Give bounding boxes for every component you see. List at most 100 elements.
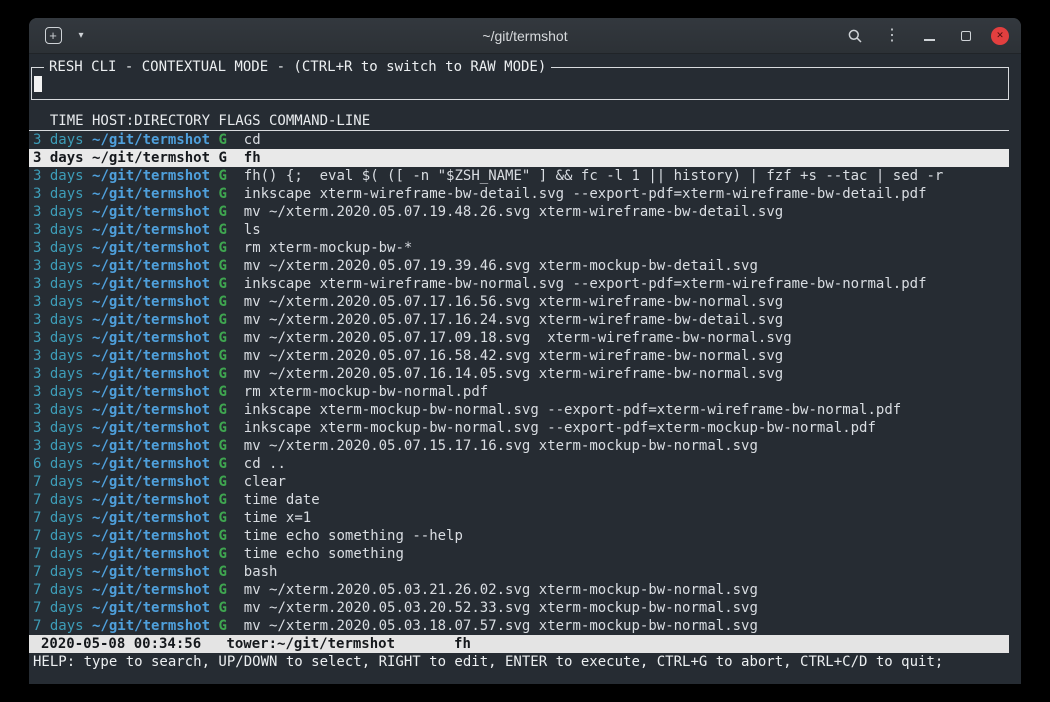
row-flags: G — [218, 474, 226, 490]
history-row[interactable]: 3 days ~/git/termshot G mv ~/xterm.2020.… — [29, 311, 1021, 329]
row-time: 3 days — [33, 150, 84, 166]
row-flags: G — [218, 492, 226, 508]
row-directory: ~/git/termshot — [92, 294, 210, 310]
row-directory: ~/git/termshot — [92, 222, 210, 238]
search-icon — [847, 28, 863, 44]
history-row[interactable]: 7 days ~/git/termshot G mv ~/xterm.2020.… — [29, 599, 1021, 617]
history-rows: 3 days ~/git/termshot G cd3 days ~/git/t… — [29, 131, 1021, 635]
row-command: mv ~/xterm.2020.05.07.16.58.42.svg xterm… — [244, 348, 783, 364]
history-row[interactable]: 6 days ~/git/termshot G cd .. — [29, 455, 1021, 473]
row-time: 3 days — [33, 438, 84, 454]
row-command: fh — [244, 150, 261, 166]
new-tab-button[interactable]: + — [41, 23, 65, 49]
help-bar: HELP: type to search, UP/DOWN to select,… — [29, 653, 1021, 671]
row-directory: ~/git/termshot — [92, 168, 210, 184]
row-command: mv ~/xterm.2020.05.07.17.16.24.svg xterm… — [244, 312, 783, 328]
history-row[interactable]: 7 days ~/git/termshot G time echo someth… — [29, 527, 1021, 545]
resh-mode-title: RESH CLI - CONTEXTUAL MODE - (CTRL+R to … — [44, 58, 551, 76]
row-flags: G — [218, 186, 226, 202]
row-directory: ~/git/termshot — [92, 258, 210, 274]
history-row[interactable]: 3 days ~/git/termshot G fh() {; eval $( … — [29, 167, 1021, 185]
history-row[interactable]: 3 days ~/git/termshot G mv ~/xterm.2020.… — [29, 293, 1021, 311]
titlebar[interactable]: + ▾ ~/git/termshot ⋮ — [29, 18, 1021, 54]
row-directory: ~/git/termshot — [92, 204, 210, 220]
row-directory: ~/git/termshot — [92, 240, 210, 256]
history-row[interactable]: 7 days ~/git/termshot G mv ~/xterm.2020.… — [29, 617, 1021, 635]
search-button[interactable] — [843, 23, 867, 49]
row-flags: G — [218, 582, 226, 598]
row-flags: G — [218, 528, 226, 544]
history-row[interactable]: 7 days ~/git/termshot G time date — [29, 491, 1021, 509]
restore-button[interactable] — [954, 23, 978, 49]
history-row[interactable]: 7 days ~/git/termshot G time x=1 — [29, 509, 1021, 527]
row-directory: ~/git/termshot — [92, 474, 210, 490]
history-row[interactable]: 3 days ~/git/termshot G inkscape xterm-m… — [29, 419, 1021, 437]
row-directory: ~/git/termshot — [92, 348, 210, 364]
row-command: mv ~/xterm.2020.05.07.17.16.56.svg xterm… — [244, 294, 783, 310]
tab-controls: + ▾ — [41, 23, 93, 49]
history-row[interactable]: 3 days ~/git/termshot G mv ~/xterm.2020.… — [29, 365, 1021, 383]
chevron-down-icon: ▾ — [78, 30, 83, 41]
row-command: mv ~/xterm.2020.05.03.21.26.02.svg xterm… — [244, 582, 758, 598]
search-input[interactable] — [34, 76, 1004, 93]
history-row[interactable]: 3 days ~/git/termshot G mv ~/xterm.2020.… — [29, 203, 1021, 221]
row-time: 3 days — [33, 312, 84, 328]
row-flags: G — [218, 618, 226, 634]
row-time: 7 days — [33, 618, 84, 634]
row-command: mv ~/xterm.2020.05.07.16.14.05.svg xterm… — [244, 366, 783, 382]
history-row[interactable]: 3 days ~/git/termshot G inkscape xterm-w… — [29, 185, 1021, 203]
row-directory: ~/git/termshot — [92, 402, 210, 418]
row-directory: ~/git/termshot — [92, 582, 210, 598]
row-flags: G — [218, 132, 226, 148]
minimize-button[interactable] — [917, 23, 941, 49]
row-command: inkscape xterm-wireframe-bw-normal.svg -… — [244, 276, 927, 292]
history-row[interactable]: 3 days ~/git/termshot G mv ~/xterm.2020.… — [29, 257, 1021, 275]
history-row[interactable]: 3 days ~/git/termshot G mv ~/xterm.2020.… — [29, 347, 1021, 365]
table-header: TIME HOST:DIRECTORY FLAGS COMMAND-LINE — [29, 112, 1009, 131]
row-directory: ~/git/termshot — [92, 330, 210, 346]
row-time: 3 days — [33, 258, 84, 274]
close-button[interactable]: ✕ — [991, 27, 1009, 45]
history-row[interactable]: 3 days ~/git/termshot G fh — [29, 149, 1009, 167]
history-row[interactable]: 7 days ~/git/termshot G clear — [29, 473, 1021, 491]
history-row[interactable]: 7 days ~/git/termshot G bash — [29, 563, 1021, 581]
terminal-content[interactable]: RESH CLI - CONTEXTUAL MODE - (CTRL+R to … — [29, 54, 1021, 684]
row-command: mv ~/xterm.2020.05.03.20.52.33.svg xterm… — [244, 600, 758, 616]
row-command: inkscape xterm-mockup-bw-normal.svg --ex… — [244, 420, 876, 436]
row-time: 6 days — [33, 456, 84, 472]
history-row[interactable]: 3 days ~/git/termshot G mv ~/xterm.2020.… — [29, 437, 1021, 455]
row-directory: ~/git/termshot — [92, 276, 210, 292]
history-row[interactable]: 3 days ~/git/termshot G rm xterm-mockup-… — [29, 383, 1021, 401]
row-directory: ~/git/termshot — [92, 528, 210, 544]
new-tab-icon: + — [45, 27, 62, 44]
row-directory: ~/git/termshot — [92, 384, 210, 400]
row-time: 3 days — [33, 294, 84, 310]
row-flags: G — [218, 420, 226, 436]
row-time: 3 days — [33, 330, 84, 346]
history-row[interactable]: 3 days ~/git/termshot G cd — [29, 131, 1021, 149]
history-row[interactable]: 3 days ~/git/termshot G mv ~/xterm.2020.… — [29, 329, 1021, 347]
row-command: rm xterm-mockup-bw-normal.pdf — [244, 384, 488, 400]
row-time: 7 days — [33, 510, 84, 526]
row-command: rm xterm-mockup-bw-* — [244, 240, 413, 256]
history-row[interactable]: 7 days ~/git/termshot G time echo someth… — [29, 545, 1021, 563]
row-directory: ~/git/termshot — [92, 420, 210, 436]
row-directory: ~/git/termshot — [92, 618, 210, 634]
menu-button[interactable]: ⋮ — [880, 23, 904, 49]
row-time: 3 days — [33, 366, 84, 382]
history-row[interactable]: 3 days ~/git/termshot G inkscape xterm-m… — [29, 401, 1021, 419]
history-row[interactable]: 3 days ~/git/termshot G rm xterm-mockup-… — [29, 239, 1021, 257]
row-directory: ~/git/termshot — [92, 186, 210, 202]
history-row[interactable]: 3 days ~/git/termshot G inkscape xterm-w… — [29, 275, 1021, 293]
row-flags: G — [218, 600, 226, 616]
history-row[interactable]: 3 days ~/git/termshot G ls — [29, 221, 1021, 239]
row-time: 3 days — [33, 384, 84, 400]
history-row[interactable]: 7 days ~/git/termshot G mv ~/xterm.2020.… — [29, 581, 1021, 599]
row-time: 3 days — [33, 222, 84, 238]
row-time: 3 days — [33, 240, 84, 256]
row-flags: G — [218, 276, 226, 292]
row-command: time x=1 — [244, 510, 311, 526]
status-bar: 2020-05-08 00:34:56tower:~/git/termshotf… — [29, 635, 1009, 653]
tab-list-dropdown-button[interactable]: ▾ — [69, 23, 93, 49]
row-flags: G — [218, 546, 226, 562]
